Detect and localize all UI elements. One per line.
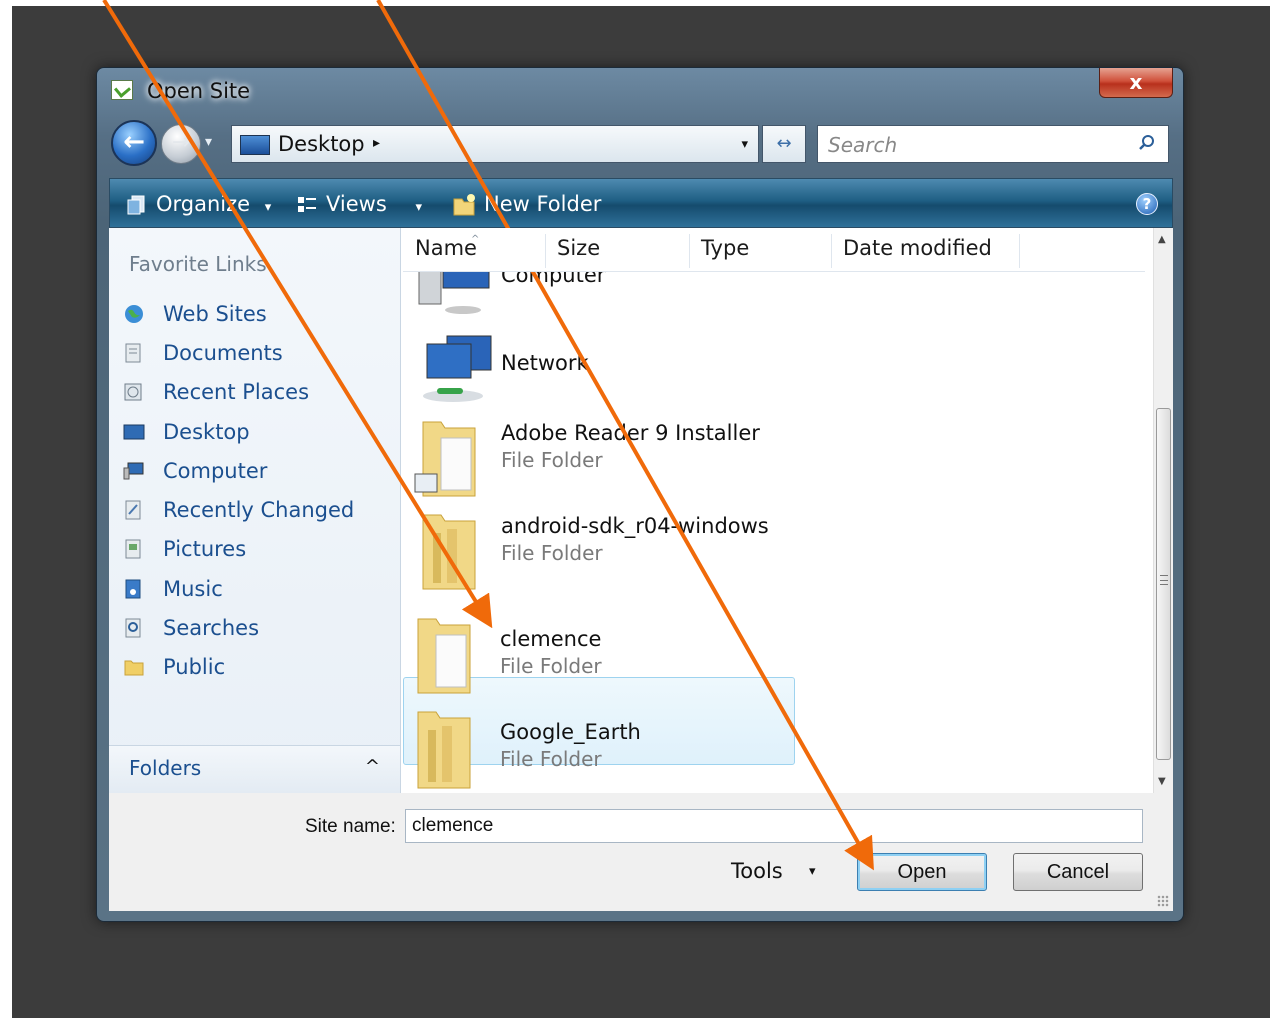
site-name-input[interactable]: clemence bbox=[405, 809, 1143, 843]
breadcrumb-chevron-icon[interactable]: ▸ bbox=[373, 135, 380, 151]
column-headers: Name ^ Size Type Date modified bbox=[403, 228, 1145, 272]
folder-icon bbox=[417, 711, 471, 789]
address-location[interactable]: Desktop bbox=[278, 132, 365, 156]
music-icon bbox=[125, 579, 141, 599]
list-item[interactable]: Adobe Reader 9 Installer File Folder bbox=[403, 408, 793, 498]
back-button[interactable]: ← bbox=[111, 120, 157, 166]
cancel-button[interactable]: Cancel bbox=[1013, 853, 1143, 891]
sidebar-item-computer[interactable]: Computer bbox=[123, 451, 354, 490]
row-name: Google_Earth bbox=[500, 720, 641, 744]
list-item[interactable]: android-sdk_r04-windows File Folder bbox=[403, 501, 793, 591]
new-folder-button[interactable]: New Folder bbox=[452, 192, 601, 217]
sidebar-item-pictures[interactable]: Pictures bbox=[123, 530, 354, 569]
column-divider[interactable] bbox=[831, 234, 832, 268]
navigation-pane: Favorite Links Web Sites Documents Recen… bbox=[109, 228, 401, 793]
app-icon bbox=[111, 80, 133, 100]
list-item[interactable]: Network bbox=[403, 326, 793, 416]
documents-icon bbox=[125, 343, 141, 363]
sidebar-item-documents[interactable]: Documents bbox=[123, 333, 354, 372]
pictures-icon bbox=[125, 539, 141, 559]
favorite-links-list: Web Sites Documents Recent Places Deskto… bbox=[123, 294, 354, 687]
searches-icon bbox=[125, 618, 141, 638]
tools-dropdown-arrow[interactable]: ▾ bbox=[809, 864, 816, 879]
folder-icon bbox=[417, 618, 471, 694]
vertical-scrollbar[interactable]: ▲ ▼ bbox=[1153, 228, 1173, 793]
help-icon[interactable]: ? bbox=[1136, 193, 1158, 215]
scrollbar-thumb[interactable] bbox=[1156, 408, 1171, 760]
search-icon[interactable] bbox=[1138, 134, 1156, 152]
search-input[interactable]: Search bbox=[828, 133, 897, 157]
folder-icon bbox=[414, 421, 476, 497]
recently-changed-icon bbox=[125, 500, 141, 520]
open-button[interactable]: Open bbox=[857, 853, 987, 891]
command-bar: Organize ▾ Views ▾ New Folder ? bbox=[109, 178, 1173, 228]
network-icon bbox=[423, 335, 492, 402]
forward-button[interactable]: → bbox=[161, 124, 201, 164]
desktop-icon bbox=[123, 424, 145, 440]
folders-toggle[interactable]: Folders ^ bbox=[109, 745, 400, 793]
title-bar[interactable]: Open Site x bbox=[97, 68, 1183, 114]
organize-dropdown-arrow: ▾ bbox=[264, 200, 272, 215]
sidebar-item-recently-changed[interactable]: Recently Changed bbox=[123, 490, 354, 529]
public-icon bbox=[124, 660, 144, 676]
clemence-row[interactable]: clemence File Folder bbox=[402, 609, 794, 697]
column-header-date-modified[interactable]: Date modified bbox=[843, 236, 992, 272]
sidebar-item-searches[interactable]: Searches bbox=[123, 608, 354, 647]
favorite-links-heading: Favorite Links bbox=[129, 252, 267, 276]
search-box[interactable]: Search bbox=[817, 125, 1169, 163]
sidebar-item-desktop[interactable]: Desktop bbox=[123, 412, 354, 451]
computer-icon bbox=[123, 462, 144, 480]
organize-button[interactable]: Organize ▾ bbox=[126, 192, 271, 216]
views-icon bbox=[298, 197, 316, 212]
address-bar[interactable]: Desktop ▸ ▾ bbox=[231, 125, 759, 163]
chevron-up-icon[interactable]: ^ bbox=[365, 756, 380, 777]
sidebar-item-recent-places[interactable]: Recent Places bbox=[123, 373, 354, 412]
recent-places-icon bbox=[124, 383, 142, 401]
site-name-label: Site name: bbox=[305, 816, 396, 837]
desktop-icon bbox=[240, 135, 270, 155]
views-dropdown-arrow: ▾ bbox=[415, 200, 422, 215]
scrollbar-grip-icon bbox=[1160, 575, 1168, 585]
column-header-name[interactable]: Name ^ bbox=[415, 234, 480, 272]
address-dropdown[interactable]: ▾ bbox=[741, 137, 748, 152]
sidebar-item-music[interactable]: Music bbox=[123, 569, 354, 608]
column-header-type[interactable]: Type bbox=[701, 236, 749, 272]
row-type: File Folder bbox=[500, 654, 602, 678]
close-button[interactable]: x bbox=[1099, 68, 1173, 98]
scroll-down-arrow-icon[interactable]: ▼ bbox=[1158, 776, 1166, 787]
google-earth-row[interactable]: Google_Earth File Folder bbox=[402, 702, 794, 790]
sort-ascending-icon: ^ bbox=[471, 234, 480, 245]
dialog-footer: Site name: clemence Tools ▾ Open Cancel bbox=[109, 793, 1173, 911]
column-divider[interactable] bbox=[1019, 234, 1020, 268]
column-divider[interactable] bbox=[689, 234, 690, 268]
refresh-button[interactable]: ↔ bbox=[762, 125, 806, 163]
recent-pages-dropdown[interactable]: ▾ bbox=[205, 134, 212, 150]
list-item[interactable]: Computer bbox=[403, 253, 793, 326]
row-type: File Folder bbox=[500, 747, 602, 771]
globe-icon bbox=[125, 304, 143, 323]
resize-grip-icon[interactable] bbox=[1157, 895, 1169, 907]
folder-icon bbox=[422, 514, 476, 590]
window-title: Open Site bbox=[147, 79, 251, 103]
open-site-dialog: Open Site x ← → ▾ Desktop ▸ ▾ ↔ Search O… bbox=[96, 67, 1184, 922]
new-folder-icon bbox=[453, 194, 475, 216]
sidebar-item-web-sites[interactable]: Web Sites bbox=[123, 294, 354, 333]
folders-label: Folders bbox=[129, 756, 202, 780]
column-divider[interactable] bbox=[545, 234, 546, 268]
sidebar-item-public[interactable]: Public bbox=[123, 648, 354, 687]
column-header-size[interactable]: Size bbox=[557, 236, 600, 272]
tools-button[interactable]: Tools bbox=[731, 859, 783, 883]
scroll-up-arrow-icon[interactable]: ▲ bbox=[1158, 234, 1166, 245]
organize-icon bbox=[127, 195, 145, 215]
views-button[interactable]: Views ▾ bbox=[296, 192, 422, 216]
row-name: clemence bbox=[500, 627, 602, 651]
